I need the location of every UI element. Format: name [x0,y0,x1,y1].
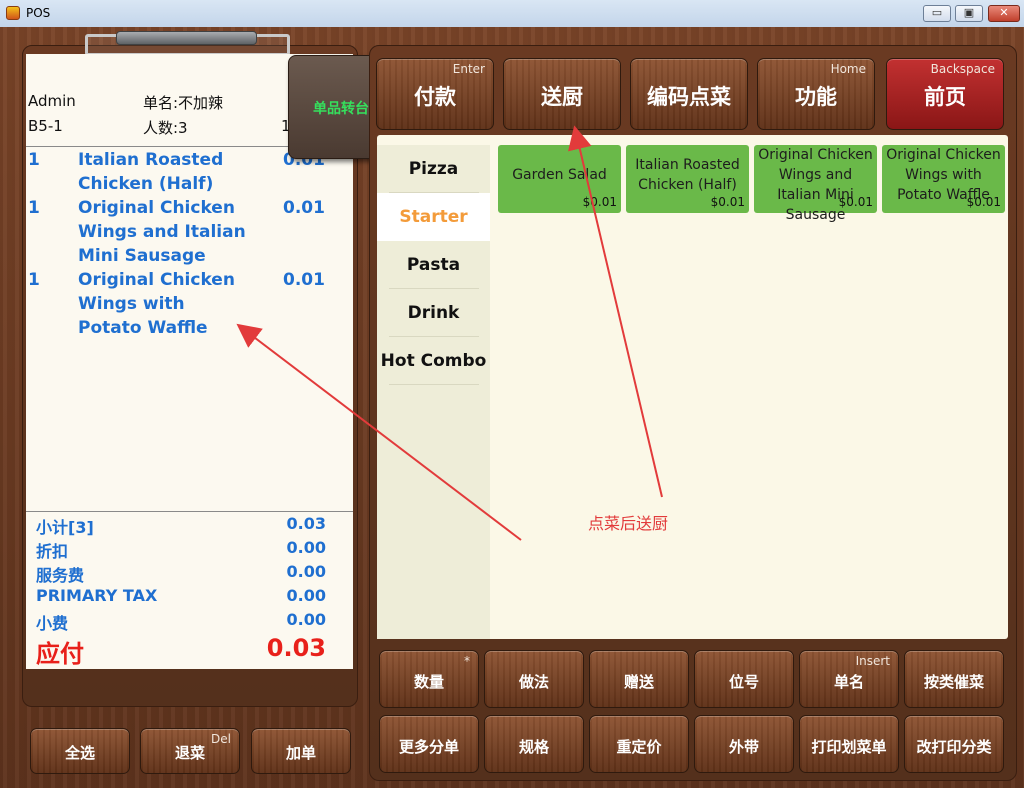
arrow-to-order-list [236,323,522,541]
arrow-to-send-kitchen [568,125,663,498]
annotation-text: 点菜后送厨 [588,514,669,533]
annotation-arrows [236,125,663,541]
